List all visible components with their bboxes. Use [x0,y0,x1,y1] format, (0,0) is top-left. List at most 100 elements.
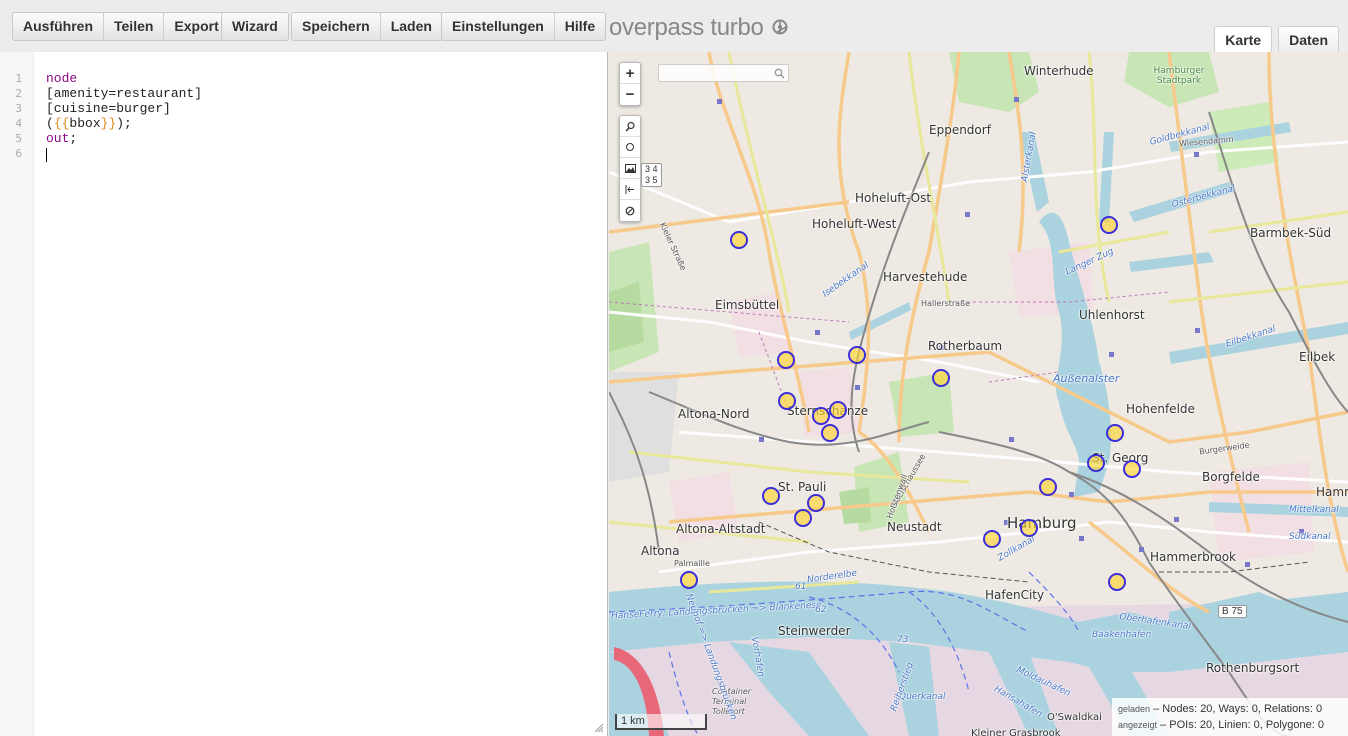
map-label-winterhude: Winterhude [1024,64,1094,78]
poi-marker[interactable] [812,407,830,425]
map-route-62: 62 [815,605,827,615]
poi-marker[interactable] [680,571,698,589]
poi-marker[interactable] [848,346,866,364]
resize-handle-icon[interactable] [595,724,603,732]
map-label-rotherbaum: Rotherbaum [928,339,1003,353]
query-editor[interactable]: 1 2 3 4 5 6 node [amenity=restaurant] [c… [0,52,608,736]
line-number: 3 [15,102,22,115]
poi-marker[interactable] [829,401,847,419]
map-stats-panel: geladen – Nodes: 20, Ways: 0, Relations:… [1112,698,1348,736]
map-label-hammerbrook: Hammerbrook [1150,550,1236,564]
code-paren: ); [116,116,132,131]
map-label-eimsbuettel: Eimsbüttel [715,298,780,312]
map-label-hoheluft-ost: Hoheluft-Ost [855,191,932,205]
stats-loaded-label: geladen [1118,704,1151,714]
poi-marker[interactable] [1039,478,1057,496]
map-label-borgfelde: Borgfelde [1202,470,1260,484]
toolbar: Ausführen Teilen Export Wizard Speichern… [0,0,1348,52]
poi-marker[interactable] [932,369,950,387]
zoom-to-data-button[interactable] [620,116,640,137]
help-button[interactable]: Hilfe [555,13,605,40]
wizard-button[interactable]: Wizard [222,13,288,40]
poi-marker[interactable] [777,351,795,369]
map-label-hamburg: Hamburg [1007,514,1077,532]
map-tools-control [619,115,641,222]
stats-loaded-value: – Nodes: 20, Ways: 0, Relations: 0 [1153,703,1323,715]
poi-marker[interactable] [821,424,839,442]
tab-map[interactable]: Karte [1214,26,1273,52]
map-view[interactable]: Winterhude Hamburger Stadtpark Eppendorf… [609,52,1348,736]
poi-marker[interactable] [1087,454,1105,472]
map-label-hohenfelde: Hohenfelde [1126,402,1195,416]
share-button[interactable]: Teilen [104,13,165,40]
code-punct: ; [69,131,78,146]
clear-button[interactable] [620,200,640,221]
clear-icon [625,206,635,215]
load-button[interactable]: Laden [381,13,442,40]
code-keyword: out [46,131,70,146]
code-line: [amenity=restaurant] [46,86,203,101]
code-line: out; [46,131,77,146]
poi-marker[interactable] [794,509,812,527]
poi-marker[interactable] [762,487,780,505]
app-logo: overpass turbo [609,14,764,41]
poi-marker[interactable] [807,494,825,512]
map-label-oswaldkai: O'Swaldkai [1047,712,1102,723]
line-number: 6 [15,147,22,160]
map-label-eilbek: Eilbek [1299,350,1336,364]
line-number-gutter: 1 2 3 4 5 6 [0,52,34,736]
stats-shown-row: angezeigt – POIs: 20, Linien: 0, Polygon… [1118,717,1342,733]
run-button[interactable]: Ausführen [13,13,104,40]
map-label-neustadt: Neustadt [887,520,942,534]
save-button[interactable]: Speichern [292,13,381,40]
zoom-to-data-icon [624,121,635,132]
fullscreen-button[interactable] [620,179,640,200]
map-water-querkanal: Querkanal [899,692,946,702]
map-label-kleiner-grasbrook: Kleiner Grasbrook [971,728,1061,736]
map-label-barmbek-sued: Barmbek-Süd [1250,226,1332,240]
settings-button[interactable]: Einstellungen [442,13,555,40]
poi-marker[interactable] [983,530,1001,548]
map-label-harvestehude: Harvestehude [883,270,968,284]
export-button[interactable]: Export [164,13,228,40]
map-label-altona: Altona [641,544,680,558]
map-label-altona-altstadt: Altona-Altstadt [676,522,766,536]
poi-marker[interactable] [1108,573,1126,591]
code-line: ({{bbox}}); [46,116,132,131]
view-tabs: Karte Daten [1214,26,1339,52]
map-label-st-pauli: St. Pauli [778,480,827,494]
code-template-bracket: {{ [53,116,70,131]
layer-info-badge: 3 4 3 5 [641,163,662,187]
locate-button[interactable] [620,137,640,158]
wizard-button-group: Wizard [221,12,289,41]
code-template-bracket: }} [100,116,117,131]
run-button-group: Ausführen Teilen Export [12,12,230,41]
poi-marker[interactable] [1106,424,1124,442]
map-label-hoheluft-west: Hoheluft-West [812,217,897,231]
map-label-hamm: Hamm [1316,485,1348,499]
layers-icon [624,163,636,173]
route-badge-b75: B 75 [1218,605,1247,618]
line-number: 2 [15,87,22,100]
zoom-in-button[interactable]: + [620,63,640,84]
poi-marker[interactable] [1100,216,1118,234]
locate-icon [626,143,634,151]
map-tiles [609,52,1348,736]
poi-marker[interactable] [778,392,796,410]
code-line: node [46,71,77,86]
tab-data[interactable]: Daten [1278,26,1339,52]
stats-loaded-row: geladen – Nodes: 20, Ways: 0, Relations:… [1118,701,1342,717]
poi-marker[interactable] [1123,460,1141,478]
poi-marker[interactable] [1020,519,1038,537]
zoom-out-button[interactable]: − [620,84,640,105]
map-search-input[interactable] [658,64,789,82]
stats-shown-label: angezeigt [1118,720,1158,730]
poi-marker[interactable] [730,231,748,249]
settings-wheel-icon [772,19,788,35]
map-route-61: 61 [795,582,807,592]
map-label-rothenburgsort: Rothenburgsort [1206,661,1300,675]
map-water-suedkanal: Südkanal [1289,532,1331,542]
layers-button[interactable] [620,158,640,179]
map-street-hallerstrasse: Hallerstraße [921,299,971,308]
map-water-mittelkanal: Mittelkanal [1289,505,1339,515]
